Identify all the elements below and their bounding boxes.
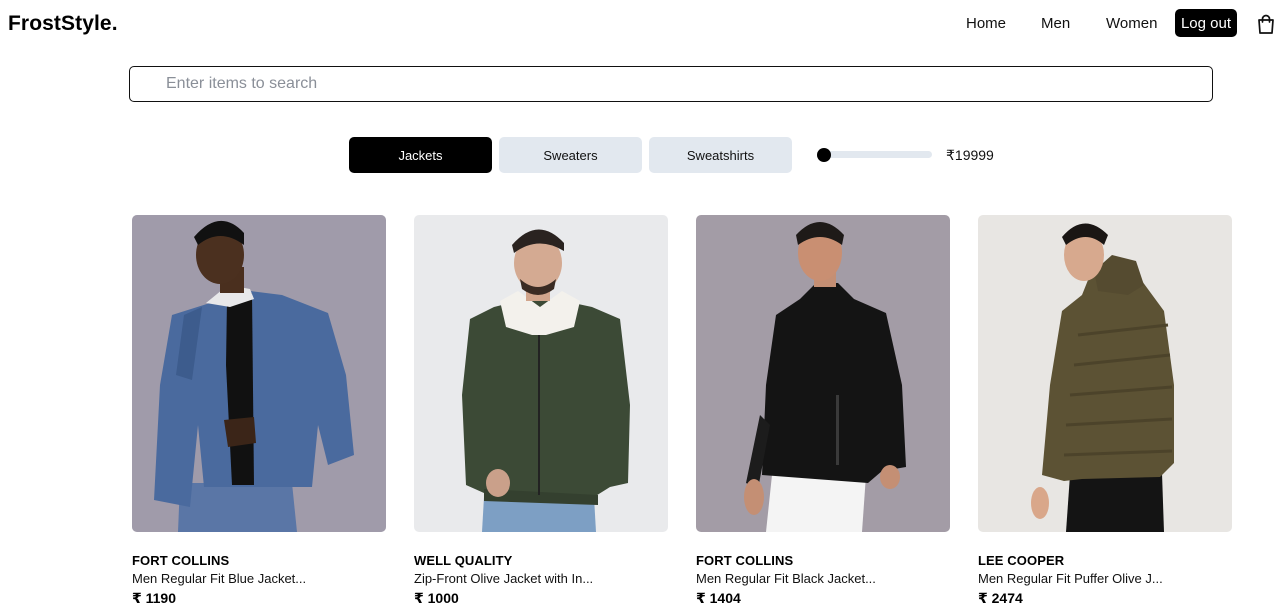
price-max-label: ₹19999: [946, 147, 994, 163]
price-range-slider[interactable]: [818, 151, 932, 158]
category-sweatshirts-button[interactable]: Sweatshirts: [649, 137, 792, 173]
search-input[interactable]: [129, 66, 1213, 102]
category-jackets-button[interactable]: Jackets: [349, 137, 492, 173]
product-name: Zip-Front Olive Jacket with In...: [414, 571, 594, 586]
nav-men-link[interactable]: Men: [1041, 15, 1070, 32]
product-brand: FORT COLLINS: [132, 553, 230, 568]
nav-home-link[interactable]: Home: [966, 15, 1006, 32]
shopping-bag-icon[interactable]: [1255, 13, 1277, 35]
site-logo[interactable]: FrostStyle.: [8, 12, 118, 36]
product-image[interactable]: [132, 215, 386, 532]
product-brand: WELL QUALITY: [414, 553, 513, 568]
product-card[interactable]: FORT COLLINS Men Regular Fit Blue Jacket…: [132, 215, 386, 611]
product-image[interactable]: [978, 215, 1232, 532]
product-brand: FORT COLLINS: [696, 553, 794, 568]
logout-button[interactable]: Log out: [1175, 9, 1237, 37]
product-price: ₹ 1404: [696, 590, 741, 606]
product-card[interactable]: WELL QUALITY Zip-Front Olive Jacket with…: [414, 215, 668, 611]
product-name: Men Regular Fit Blue Jacket...: [132, 571, 307, 586]
product-card[interactable]: LEE COOPER Men Regular Fit Puffer Olive …: [978, 215, 1232, 611]
product-brand: LEE COOPER: [978, 553, 1065, 568]
nav-women-link[interactable]: Women: [1106, 15, 1157, 32]
product-image[interactable]: [414, 215, 668, 532]
product-image[interactable]: [696, 215, 950, 532]
product-price: ₹ 1000: [414, 590, 459, 606]
site-header: FrostStyle. Home Men Women Log out: [0, 0, 1280, 48]
category-sweaters-button[interactable]: Sweaters: [499, 137, 642, 173]
product-price: ₹ 1190: [132, 590, 177, 606]
product-card[interactable]: FORT COLLINS Men Regular Fit Black Jacke…: [696, 215, 950, 611]
product-price: ₹ 2474: [978, 590, 1023, 606]
price-slider-handle[interactable]: [817, 148, 831, 162]
product-name: Men Regular Fit Puffer Olive J...: [978, 571, 1163, 586]
product-name: Men Regular Fit Black Jacket...: [696, 571, 876, 586]
